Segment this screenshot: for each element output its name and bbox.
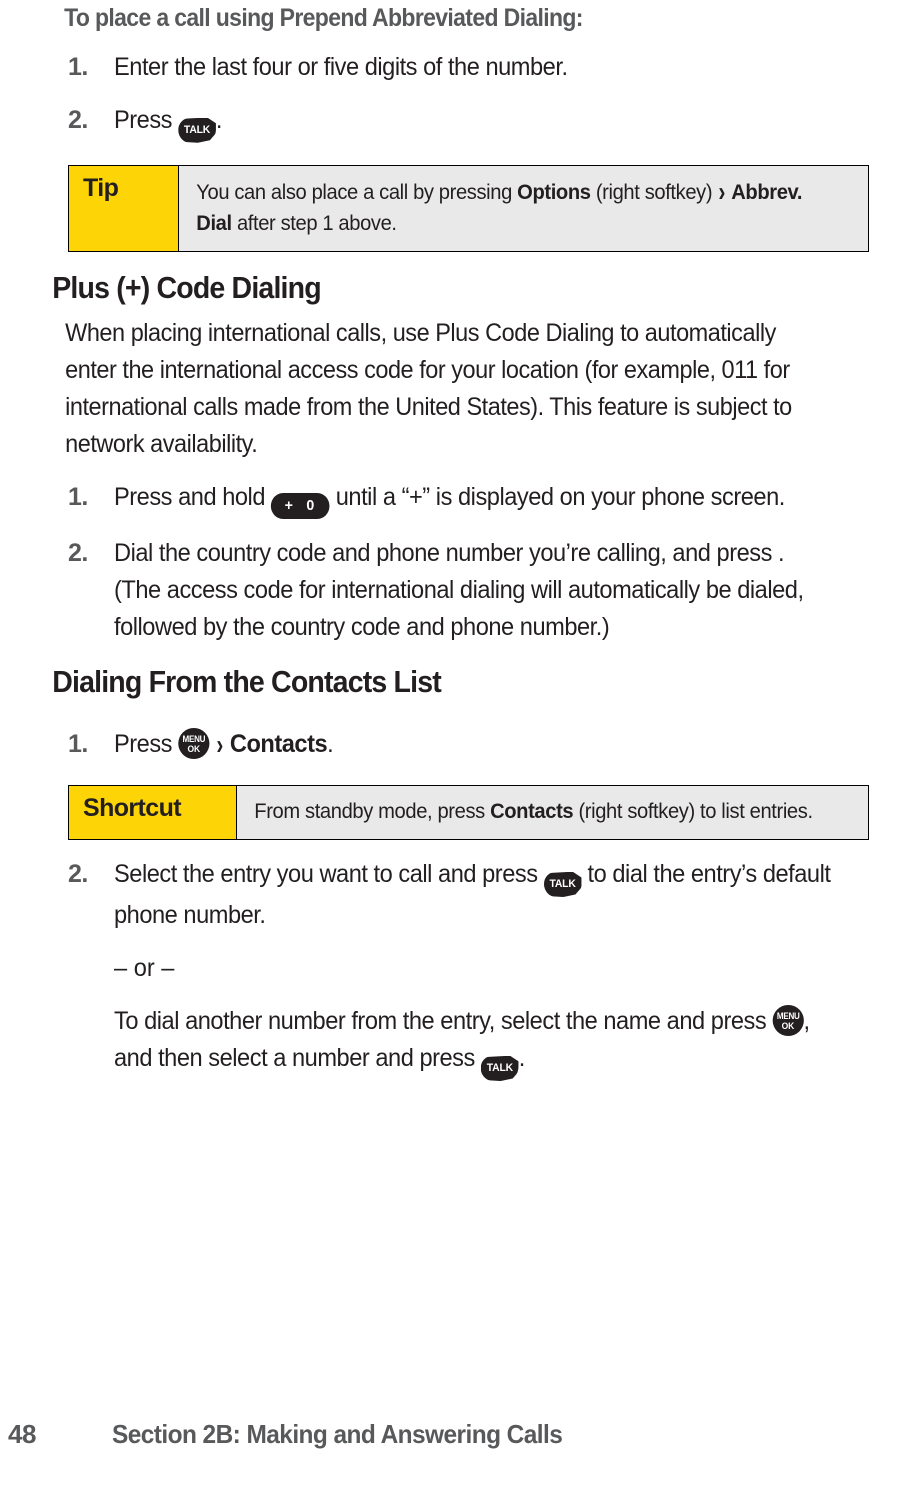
tip-text-1: You can also place a call by pressing — [196, 180, 518, 204]
step-number: 2. — [68, 105, 88, 134]
shortcut-text-2: (right softkey) to list entries. — [573, 800, 813, 824]
step-text-part-2: . — [327, 730, 334, 759]
chevron-right-icon: › — [718, 175, 726, 207]
menu-ok-key-icon: MENU OK — [772, 1005, 804, 1037]
list-item: 1. Press MENU OK › Contacts. — [20, 726, 889, 763]
step-text-part-3: To dial another number from the entry, s… — [114, 1007, 773, 1036]
step-text: Press and hold + 0 until a “+” is displa… — [114, 479, 833, 520]
step-text-part-5: . — [518, 1044, 526, 1073]
ok-key-label: OK — [187, 744, 201, 755]
shortcut-text-1: From standby mode, press — [254, 800, 491, 824]
step-text-body: Press — [114, 105, 179, 134]
footer-page-number: 48 — [8, 1419, 36, 1449]
section-heading-plus-code: Plus (+) Code Dialing — [52, 269, 321, 305]
footer-section-title: Section 2B: Making and Answering Calls — [112, 1419, 563, 1449]
step-text-body: Enter the last four or five digits of th… — [114, 52, 568, 81]
step-text-part-1: Select the entry you want to call and pr… — [114, 860, 544, 889]
prepend-steps-list: 1. Enter the last four or five digits of… — [20, 49, 889, 143]
step-number: 2. — [68, 860, 88, 889]
procedure-heading: To place a call using Prepend Abbreviate… — [64, 4, 583, 32]
tip-callout-body: You can also place a call by pressing Op… — [179, 165, 841, 251]
list-item: 1. Enter the last four or five digits of… — [20, 49, 889, 86]
step-text: Dial the country code and phone number y… — [114, 535, 833, 646]
step-number: 1. — [68, 730, 88, 759]
menu-key-label: MENU — [182, 734, 206, 745]
step-text-part-1: Press — [114, 730, 179, 759]
step-number: 1. — [68, 483, 88, 512]
step-text-part-2: until a “+” is displayed on your phone s… — [329, 483, 786, 512]
tip-callout: Tip You can also place a call by pressin… — [68, 164, 869, 252]
step-text-part-1: Dial the country code and phone number y… — [114, 539, 779, 568]
talk-key-icon: TALK — [178, 117, 216, 143]
step-text: Press TALK. — [114, 102, 833, 143]
talk-key-icon: TALK — [543, 872, 582, 898]
menu-key-label: MENU — [776, 1011, 800, 1022]
or-separator: – or – — [114, 954, 175, 983]
page-footer: 48 Section 2B: Making and Answering Call… — [0, 1419, 909, 1450]
step-number: 1. — [68, 52, 88, 81]
chevron-right-icon: › — [216, 728, 223, 761]
step-alt-text: To dial another number from the entry, s… — [114, 1003, 833, 1082]
contacts-steps-list-continued: 2. Select the entry you want to call and… — [20, 856, 889, 1082]
list-item: 2. Press TALK. — [20, 102, 889, 143]
tip-text-2: (right softkey) — [590, 180, 718, 204]
shortcut-callout-body: From standby mode, press Contacts (right… — [237, 786, 843, 840]
step-text-part-1: Press and hold — [114, 483, 272, 512]
shortcut-callout-label: Shortcut — [69, 786, 237, 840]
ok-key-label: OK — [781, 1021, 795, 1032]
step-text-tail: . — [215, 105, 223, 134]
contacts-steps-list: 1. Press MENU OK › Contacts. — [20, 726, 889, 763]
tip-text-3: after step 1 above. — [231, 211, 397, 235]
step-number: 2. — [68, 539, 88, 568]
tip-callout-label: Tip — [69, 165, 179, 251]
list-item: 1. Press and hold + 0 until a “+” is dis… — [20, 479, 889, 520]
step-text: Press MENU OK › Contacts. — [114, 726, 833, 763]
tip-bold-options: Options — [517, 180, 591, 204]
step-text: Enter the last four or five digits of th… — [114, 49, 833, 86]
manual-page: To place a call using Prepend Abbreviate… — [0, 0, 909, 1486]
talk-key-icon: TALK — [480, 1056, 519, 1082]
shortcut-callout: Shortcut From standby mode, press Contac… — [68, 785, 869, 841]
plus-code-steps-list: 1. Press and hold + 0 until a “+” is dis… — [20, 479, 889, 646]
shortcut-bold-contacts: Contacts — [490, 800, 574, 824]
plus-code-paragraph: When placing international calls, use Pl… — [65, 319, 792, 459]
menu-ok-key-icon: MENU OK — [178, 728, 210, 760]
section-heading-contacts-list: Dialing From the Contacts List — [52, 664, 442, 700]
list-item: 2. Select the entry you want to call and… — [20, 856, 889, 1082]
plus-zero-key-icon: + 0 — [271, 493, 330, 520]
step-text: Select the entry you want to call and pr… — [114, 856, 833, 1082]
bold-contacts: Contacts — [229, 730, 328, 759]
list-item: 2. Dial the country code and phone numbe… — [20, 535, 889, 646]
